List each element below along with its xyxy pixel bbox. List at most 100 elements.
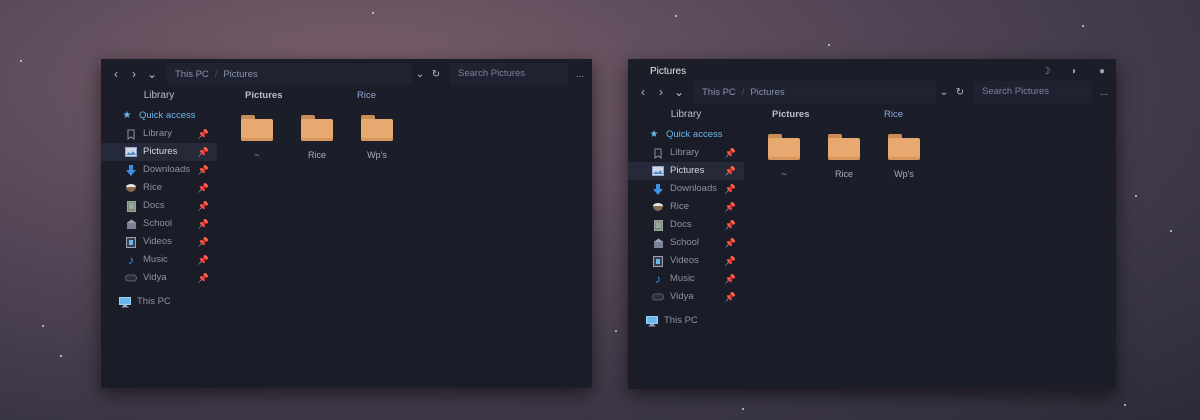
sidebar-item-this-pc[interactable]: This PC: [628, 312, 744, 330]
navigation-pane: Library ★ Quick access Library 📌 Picture…: [628, 104, 744, 389]
folder-item[interactable]: Rice: [287, 115, 347, 160]
tab-rice[interactable]: Rice: [349, 90, 461, 101]
breadcrumb-this-pc[interactable]: This PC: [702, 87, 736, 98]
folder-item[interactable]: ~: [227, 115, 287, 160]
sidebar-item-docs[interactable]: Docs 📌: [628, 216, 744, 234]
sidebar-item-library[interactable]: Library 📌: [101, 125, 217, 143]
sidebar-item-music[interactable]: ♪ Music 📌: [628, 270, 744, 288]
pin-icon[interactable]: 📌: [725, 252, 736, 270]
pin-icon[interactable]: 📌: [198, 125, 209, 143]
pin-icon[interactable]: 📌: [725, 144, 736, 162]
more-options-icon[interactable]: ...: [1092, 87, 1116, 98]
film-icon: [125, 236, 137, 248]
sidebar-item-label: School: [143, 218, 173, 229]
star: [675, 15, 677, 17]
search-input[interactable]: Search Pictures: [450, 63, 568, 85]
sidebar-item-downloads[interactable]: Downloads 📌: [628, 180, 744, 198]
sidebar-item-label: Videos: [670, 255, 699, 266]
minimize-icon[interactable]: ☽: [1032, 66, 1060, 77]
sidebar-item-label: Pictures: [143, 146, 178, 157]
breadcrumb-pictures[interactable]: Pictures: [750, 87, 784, 98]
sidebar-item-label: Rice: [670, 201, 690, 212]
sidebar-item-pictures[interactable]: Pictures 📌: [101, 143, 217, 161]
sidebar-item-label: Videos: [143, 236, 172, 247]
back-icon[interactable]: ‹: [107, 67, 125, 81]
sidebar-item-music[interactable]: ♪ Music 📌: [101, 251, 217, 269]
pin-icon[interactable]: 📌: [725, 162, 736, 180]
sidebar-item-school[interactable]: School 📌: [101, 215, 217, 233]
sidebar-item-videos[interactable]: Videos 📌: [101, 233, 217, 251]
pin-icon[interactable]: 📌: [725, 198, 736, 216]
forward-icon[interactable]: ›: [652, 85, 670, 99]
sidebar-item-rice[interactable]: Rice 📌: [628, 198, 744, 216]
pin-icon[interactable]: 📌: [198, 143, 209, 161]
sidebar-item-label: Downloads: [143, 164, 190, 175]
breadcrumb[interactable]: This PC / Pictures: [694, 81, 936, 103]
sidebar-item-this-pc[interactable]: This PC: [101, 293, 217, 311]
sidebar-item-school[interactable]: School 📌: [628, 234, 744, 252]
sidebar-header: Library: [670, 109, 702, 120]
sidebar-item-vidya[interactable]: Vidya 📌: [628, 288, 744, 306]
sidebar-item-pictures[interactable]: Pictures 📌: [628, 162, 744, 180]
sidebar-item-rice[interactable]: Rice 📌: [101, 179, 217, 197]
history-dropdown-icon[interactable]: ⌄: [670, 85, 688, 99]
maximize-icon[interactable]: ◗: [1060, 66, 1088, 77]
pin-icon[interactable]: 📌: [198, 179, 209, 197]
close-icon[interactable]: ●: [1088, 66, 1116, 77]
download-arrow-icon: [652, 183, 664, 195]
forward-icon[interactable]: ›: [125, 67, 143, 81]
breadcrumb-separator: /: [214, 69, 218, 79]
star-icon: ★: [122, 110, 132, 121]
pin-icon[interactable]: 📌: [198, 215, 209, 233]
star-icon: ★: [649, 129, 659, 140]
pin-icon[interactable]: 📌: [725, 216, 736, 234]
pin-icon[interactable]: 📌: [198, 233, 209, 251]
sidebar-item-downloads[interactable]: Downloads 📌: [101, 161, 217, 179]
content-tabs: Pictures Rice: [764, 104, 988, 124]
refresh-icon[interactable]: ↻: [428, 69, 444, 80]
more-options-icon[interactable]: ...: [568, 69, 592, 80]
sidebar-item-quick-access[interactable]: ★ Quick access: [628, 126, 744, 144]
search-input[interactable]: Search Pictures: [974, 81, 1092, 103]
breadcrumb-this-pc[interactable]: This PC: [175, 69, 209, 80]
bookmark-icon: [652, 147, 664, 159]
sidebar-item-label: Downloads: [670, 183, 717, 194]
back-icon[interactable]: ‹: [634, 85, 652, 99]
folder-item[interactable]: ~: [754, 134, 814, 179]
file-view: Pictures Rice ~ Rice Wp's: [744, 104, 1116, 389]
folder-item[interactable]: Wp's: [347, 115, 407, 160]
history-dropdown-icon[interactable]: ⌄: [143, 67, 161, 81]
sidebar-item-label: Library: [670, 147, 700, 158]
tab-rice[interactable]: Rice: [876, 109, 988, 120]
monitor-icon: [646, 315, 658, 327]
sidebar-item-quick-access[interactable]: ★ Quick access: [101, 107, 217, 125]
refresh-icon[interactable]: ↻: [952, 87, 968, 98]
folder-item[interactable]: Wp's: [874, 134, 934, 179]
star: [828, 44, 830, 46]
pin-icon[interactable]: 📌: [725, 270, 736, 288]
pin-icon[interactable]: 📌: [725, 288, 736, 306]
pin-icon[interactable]: 📌: [198, 251, 209, 269]
sidebar-item-label: Docs: [670, 219, 692, 230]
sidebar-item-docs[interactable]: Docs 📌: [101, 197, 217, 215]
sidebar-item-library[interactable]: Library 📌: [628, 144, 744, 162]
tab-pictures[interactable]: Pictures: [237, 90, 349, 101]
sidebar-item-label: Pictures: [670, 165, 705, 176]
breadcrumb-pictures[interactable]: Pictures: [223, 69, 257, 80]
pin-icon[interactable]: 📌: [725, 180, 736, 198]
breadcrumb[interactable]: This PC / Pictures: [167, 63, 412, 85]
sidebar-item-videos[interactable]: Videos 📌: [628, 252, 744, 270]
tab-pictures[interactable]: Pictures: [764, 109, 876, 120]
bowl-icon: [652, 201, 664, 213]
sidebar-item-vidya[interactable]: Vidya 📌: [101, 269, 217, 287]
pin-icon[interactable]: 📌: [198, 161, 209, 179]
pin-icon[interactable]: 📌: [198, 197, 209, 215]
monitor-icon: [119, 296, 131, 308]
address-dropdown-icon[interactable]: ⌄: [936, 87, 952, 98]
folder-item[interactable]: Rice: [814, 134, 874, 179]
title-bar: Pictures ☽ ◗ ●: [628, 59, 1116, 83]
pin-icon[interactable]: 📌: [198, 269, 209, 287]
pin-icon[interactable]: 📌: [725, 234, 736, 252]
address-dropdown-icon[interactable]: ⌄: [412, 69, 428, 80]
sidebar-item-label: Vidya: [143, 272, 167, 283]
